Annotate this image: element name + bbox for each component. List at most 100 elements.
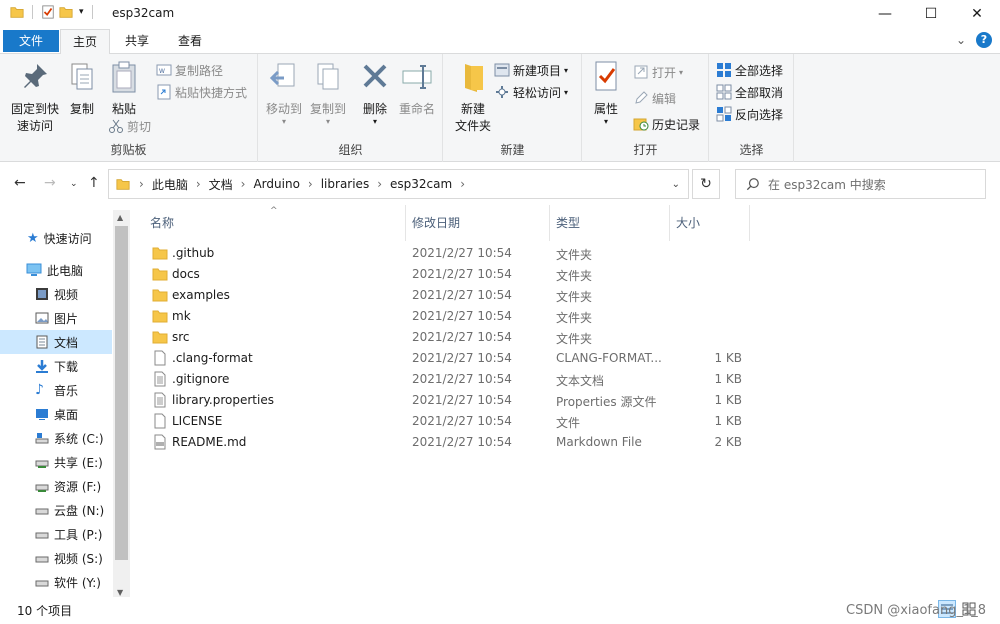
sidebar-item-quick-access[interactable]: ★ 快速访问 <box>0 226 112 250</box>
tab-view[interactable]: 查看 <box>166 29 214 54</box>
table-row[interactable]: .gitignore 2021/2/27 10:54 文本文档 1 KB <box>150 369 750 390</box>
copy-path-label: 复制路径 <box>175 63 224 78</box>
column-header-type[interactable]: 类型 <box>550 205 670 241</box>
forward-arrow-icon[interactable]: → <box>44 175 56 191</box>
table-row[interactable]: src 2021/2/27 10:54 文件夹 <box>150 327 750 348</box>
file-type: 文件夹 <box>556 269 593 283</box>
table-row[interactable]: docs 2021/2/27 10:54 文件夹 <box>150 264 750 285</box>
scroll-down-icon[interactable]: ▼ <box>117 588 123 597</box>
open-button[interactable]: 打开 ▾ <box>633 62 683 82</box>
sidebar-scrollbar[interactable]: ▲ ▼ <box>113 210 130 600</box>
sidebar-item-documents[interactable]: 文档 <box>0 330 112 354</box>
sidebar-item-drive-c[interactable]: 系统 (C:) <box>0 426 112 450</box>
table-row[interactable]: README.md 2021/2/27 10:54 Markdown File … <box>150 432 750 453</box>
paste-shortcut-button[interactable]: 粘贴快捷方式 <box>156 82 247 102</box>
sidebar-item-label: 视频 (S:) <box>54 551 103 566</box>
tab-share[interactable]: 共享 <box>113 29 161 54</box>
select-all-button[interactable]: 全部选择 <box>716 60 783 80</box>
breadcrumb-item[interactable]: 此电脑 <box>152 176 188 193</box>
table-row[interactable]: library.properties 2021/2/27 10:54 Prope… <box>150 390 750 411</box>
delete-button[interactable]: 删除 ▾ <box>357 60 393 126</box>
breadcrumb-separator-icon[interactable]: › <box>196 177 201 191</box>
customize-toolbar-icon[interactable]: ▾ <box>79 7 84 17</box>
invert-selection-icon <box>716 106 732 122</box>
properties-button[interactable]: 属性 ▾ <box>589 60 623 126</box>
tab-file[interactable]: 文件 <box>3 30 59 52</box>
sidebar-item-drive-n[interactable]: 云盘 (N:) <box>0 498 112 522</box>
sidebar-item-downloads[interactable]: 下载 <box>0 354 112 378</box>
scrollbar-thumb[interactable] <box>115 226 128 560</box>
maximize-button[interactable]: ☐ <box>908 0 954 28</box>
breadcrumb-separator-icon[interactable]: › <box>241 177 246 191</box>
address-bar[interactable]: › 此电脑 › 文档 › Arduino › libraries › esp32… <box>108 169 689 199</box>
column-header-name[interactable]: 名称 ^ <box>144 205 406 241</box>
new-folder-icon[interactable] <box>59 5 73 19</box>
minimize-button[interactable]: — <box>862 0 908 28</box>
breadcrumb-separator-icon[interactable]: › <box>308 177 313 191</box>
table-row[interactable]: .clang-format 2021/2/27 10:54 CLANG-FORM… <box>150 348 750 369</box>
sidebar-item-music[interactable]: ♪ 音乐 <box>0 378 112 402</box>
breadcrumb-item[interactable]: esp32cam <box>390 177 452 191</box>
address-dropdown-icon[interactable]: ⌄ <box>672 179 680 190</box>
invert-selection-button[interactable]: 反向选择 <box>716 104 783 124</box>
file-type: Properties 源文件 <box>556 395 657 409</box>
copy-button[interactable]: 复制 <box>64 60 100 118</box>
file-type: Markdown File <box>556 435 642 449</box>
properties-label: 属性 <box>593 102 618 116</box>
rename-button[interactable]: 重命名 <box>395 60 439 118</box>
select-none-icon <box>716 84 732 100</box>
sidebar-item-drive-y[interactable]: 软件 (Y:) <box>0 570 112 594</box>
new-item-label: 新建项目 <box>513 63 562 78</box>
properties-icon[interactable] <box>41 5 55 19</box>
sidebar-item-drive-s[interactable]: 视频 (S:) <box>0 546 112 570</box>
column-header-date[interactable]: 修改日期 <box>406 205 550 241</box>
sidebar-item-label: 下载 <box>54 359 79 374</box>
paste-button[interactable]: 粘贴 <box>104 60 144 118</box>
cut-button[interactable]: 剪切 <box>108 116 151 136</box>
open-group-label: 打开 <box>633 143 658 157</box>
sidebar-item-this-pc[interactable]: 此电脑 <box>0 258 112 282</box>
sidebar-item-pictures[interactable]: 图片 <box>0 306 112 330</box>
table-row[interactable]: .github 2021/2/27 10:54 文件夹 <box>150 243 750 264</box>
help-icon[interactable]: ? <box>976 32 992 48</box>
sidebar-item-drive-f[interactable]: 资源 (F:) <box>0 474 112 498</box>
up-arrow-icon[interactable]: ↑ <box>88 175 100 191</box>
sidebar-item-drive-p[interactable]: 工具 (P:) <box>0 522 112 546</box>
move-to-icon <box>269 63 295 87</box>
breadcrumb-separator-icon[interactable]: › <box>377 177 382 191</box>
open-icon <box>634 65 648 79</box>
drive-icon <box>35 484 49 492</box>
breadcrumb-item[interactable]: libraries <box>321 177 369 191</box>
table-row[interactable]: LICENSE 2021/2/27 10:54 文件 1 KB <box>150 411 750 432</box>
scroll-up-icon[interactable]: ▲ <box>117 213 123 222</box>
select-none-button[interactable]: 全部取消 <box>716 82 783 102</box>
back-arrow-icon[interactable]: ← <box>14 175 26 191</box>
history-button[interactable]: 历史记录 <box>633 114 700 134</box>
file-name: library.properties <box>172 393 274 407</box>
new-folder-button[interactable]: 新建 文件夹 <box>448 60 498 135</box>
tab-home[interactable]: 主页 <box>60 29 111 55</box>
table-row[interactable]: mk 2021/2/27 10:54 文件夹 <box>150 306 750 327</box>
move-to-button[interactable]: 移动到 ▾ <box>263 60 305 126</box>
easy-access-button[interactable]: 轻松访问 ▾ <box>494 82 568 102</box>
pin-quick-access-button[interactable]: 固定到快 速访问 <box>8 60 62 135</box>
sidebar-item-videos[interactable]: 视频 <box>0 282 112 306</box>
folder-icon <box>152 247 168 260</box>
breadcrumb-separator-icon[interactable]: › <box>460 177 465 191</box>
table-row[interactable]: examples 2021/2/27 10:54 文件夹 <box>150 285 750 306</box>
breadcrumb-item[interactable]: Arduino <box>253 177 299 191</box>
refresh-button[interactable]: ↻ <box>692 169 720 199</box>
search-input[interactable]: 在 esp32cam 中搜索 <box>735 169 986 199</box>
breadcrumb-item[interactable]: 文档 <box>209 176 233 193</box>
copy-path-button[interactable]: W 复制路径 <box>156 60 223 80</box>
new-item-button[interactable]: 新建项目 ▾ <box>494 60 568 80</box>
close-button[interactable]: ✕ <box>954 0 1000 28</box>
column-header-size[interactable]: 大小 <box>670 205 750 241</box>
recent-locations-icon[interactable]: ⌄ <box>70 179 78 189</box>
sidebar-item-desktop[interactable]: 桌面 <box>0 402 112 426</box>
edit-button[interactable]: 编辑 <box>633 88 676 108</box>
paste-shortcut-icon <box>157 84 171 100</box>
sidebar-item-drive-e[interactable]: 共享 (E:) <box>0 450 112 474</box>
copy-to-button[interactable]: 复制到 ▾ <box>307 60 349 126</box>
expand-ribbon-icon[interactable]: ⌄ <box>956 33 966 47</box>
